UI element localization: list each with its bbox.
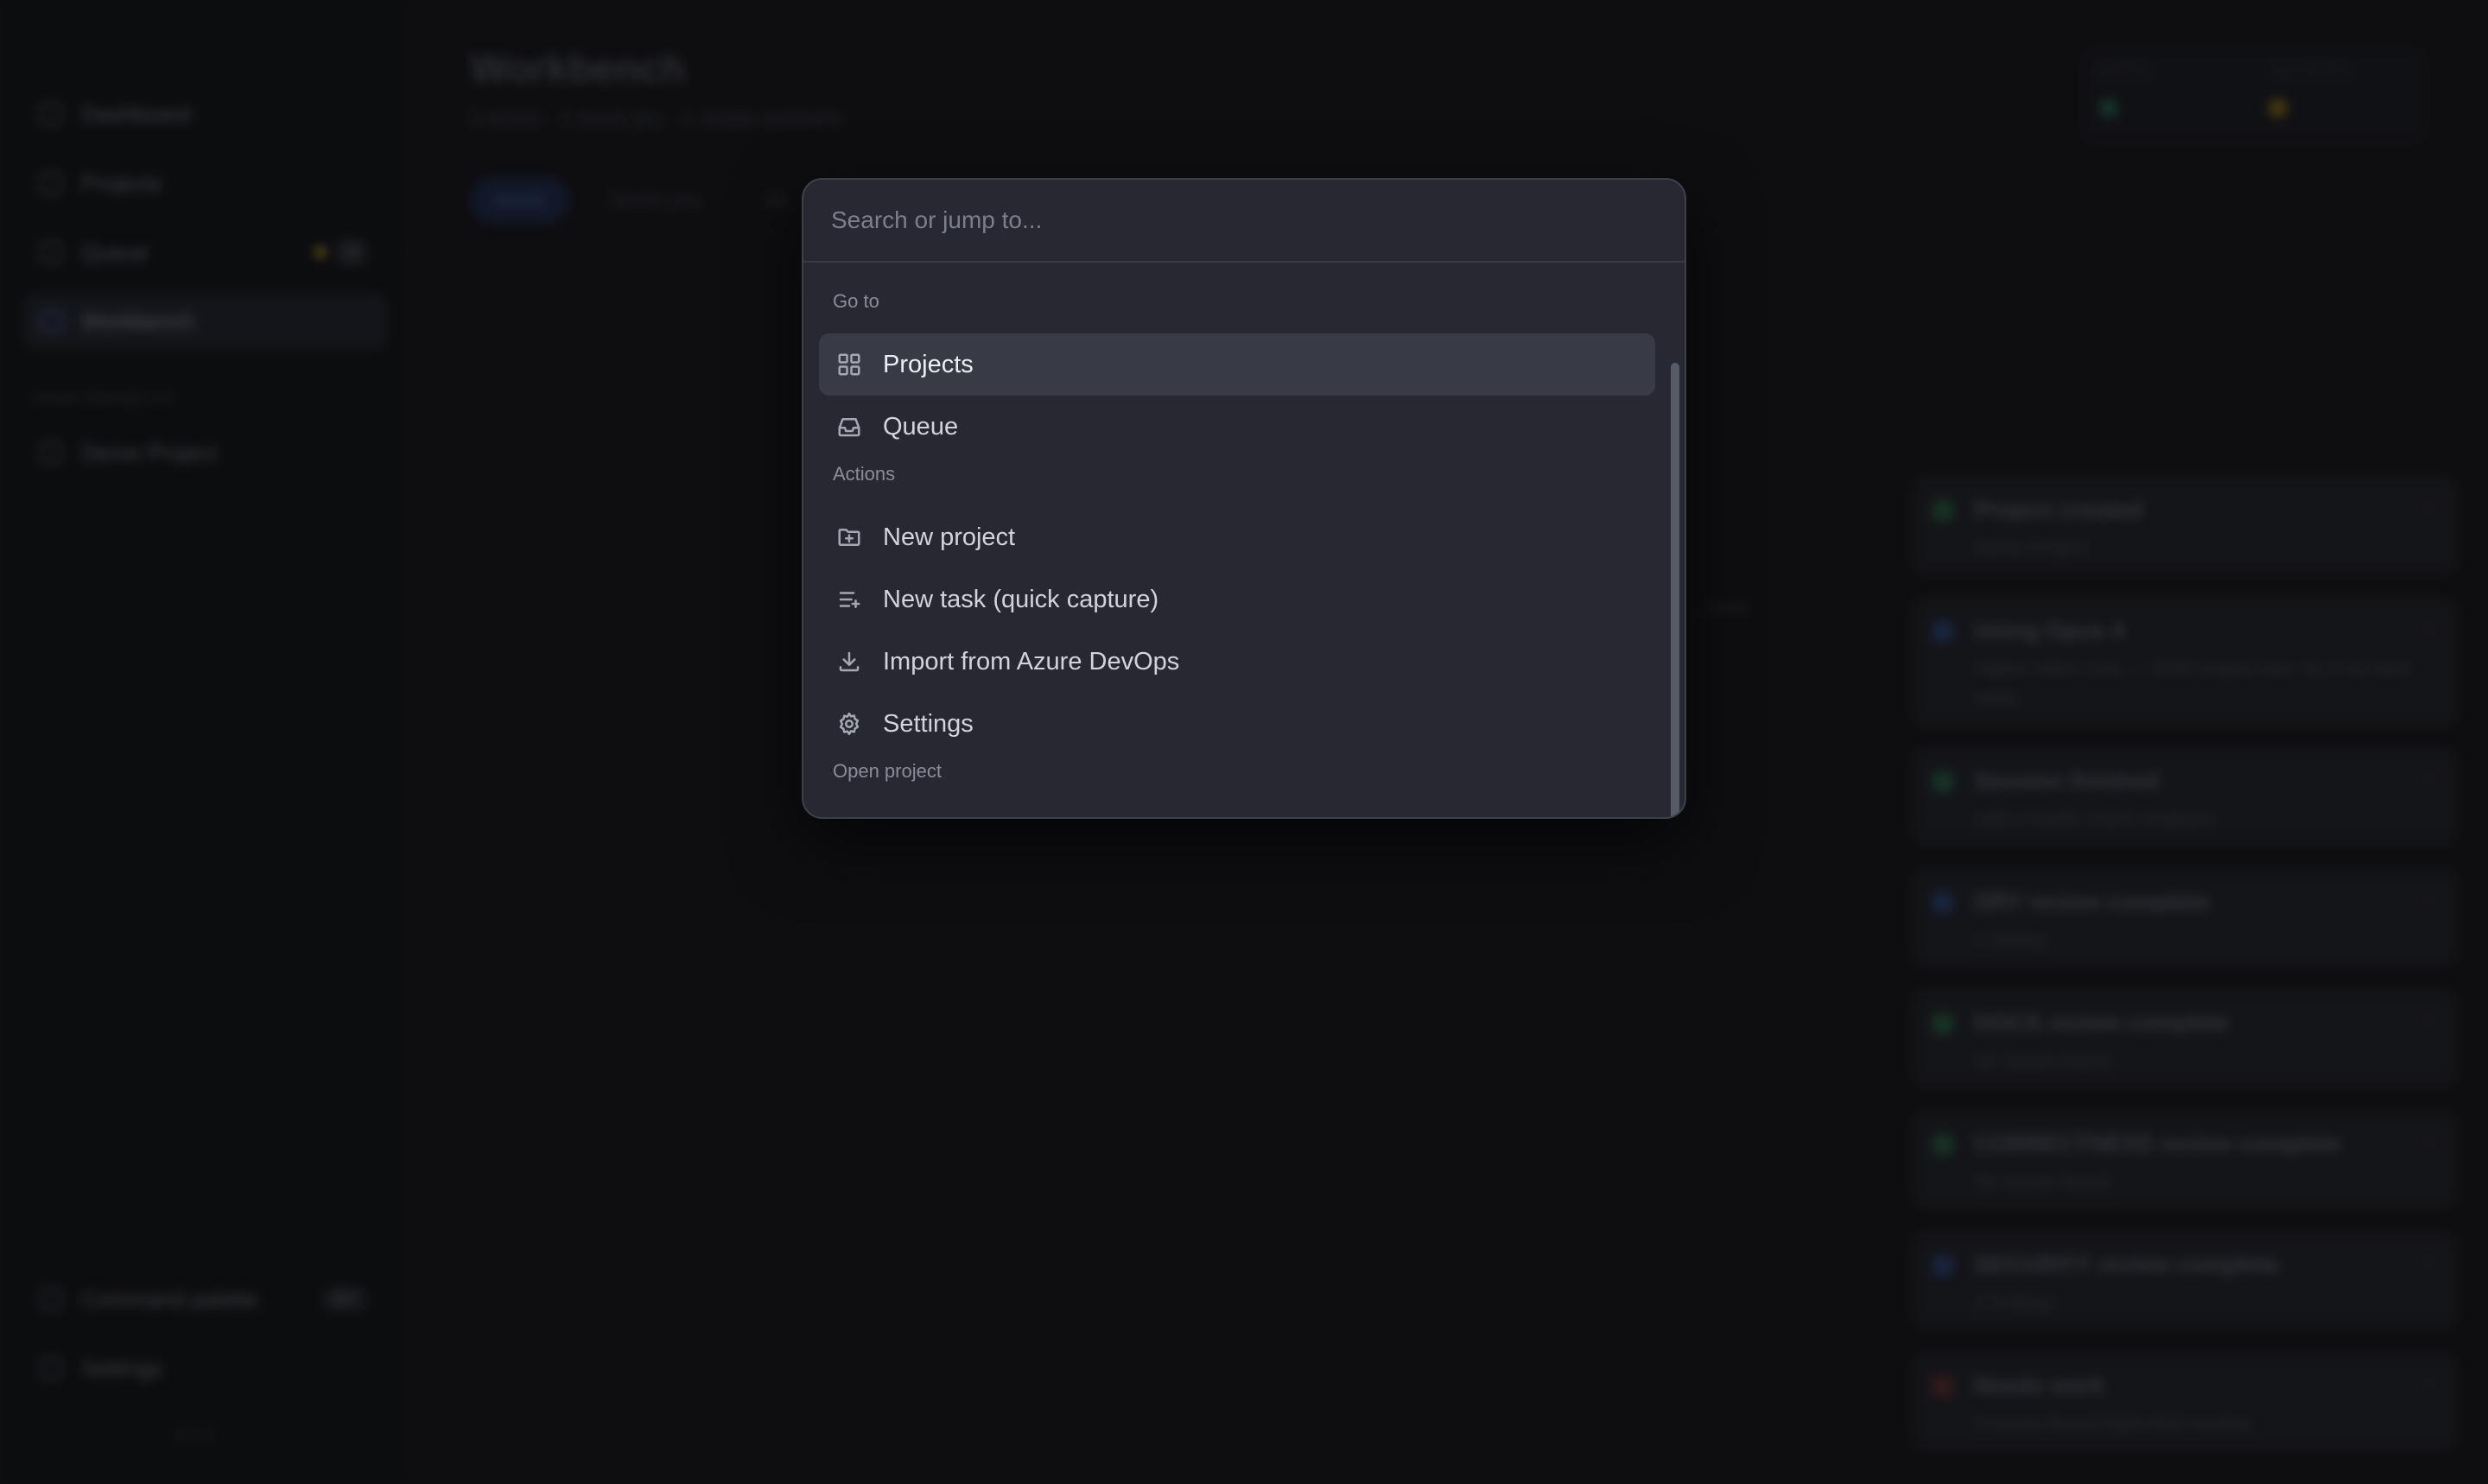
command-item-open-project[interactable]: Demo Project — [819, 803, 1655, 817]
search-input[interactable] — [803, 180, 1685, 263]
command-label: New project — [883, 523, 1016, 551]
scrollbar-thumb[interactable] — [1671, 363, 1679, 817]
download-icon — [835, 647, 864, 676]
grid-icon — [835, 350, 864, 379]
inbox-icon — [835, 412, 864, 441]
palette-scrollbar[interactable] — [1666, 264, 1685, 817]
command-item-import-azure-devops[interactable]: Import from Azure DevOps — [819, 631, 1655, 693]
command-label: Settings — [883, 709, 974, 738]
group-label-open-project: Open project — [833, 760, 942, 782]
group-label-go-to: Go to — [833, 290, 879, 312]
group-label-actions: Actions — [833, 463, 896, 485]
folder-plus-icon — [835, 523, 864, 552]
command-label: Projects — [883, 350, 974, 378]
command-palette: Go to Projects Queue Actions New project — [802, 178, 1686, 819]
gear-icon — [835, 709, 864, 739]
command-label: Import from Azure DevOps — [883, 647, 1180, 675]
command-item-new-task[interactable]: New task (quick capture) — [819, 568, 1655, 631]
command-item-projects[interactable]: Projects — [819, 333, 1655, 396]
command-label: Queue — [883, 412, 959, 441]
command-item-queue[interactable]: Queue — [819, 396, 1655, 458]
list-plus-icon — [835, 585, 864, 614]
command-item-settings[interactable]: Settings — [819, 693, 1655, 755]
command-item-new-project[interactable]: New project — [819, 506, 1655, 568]
command-list: Go to Projects Queue Actions New project — [803, 264, 1667, 817]
command-label: New task (quick capture) — [883, 585, 1159, 613]
